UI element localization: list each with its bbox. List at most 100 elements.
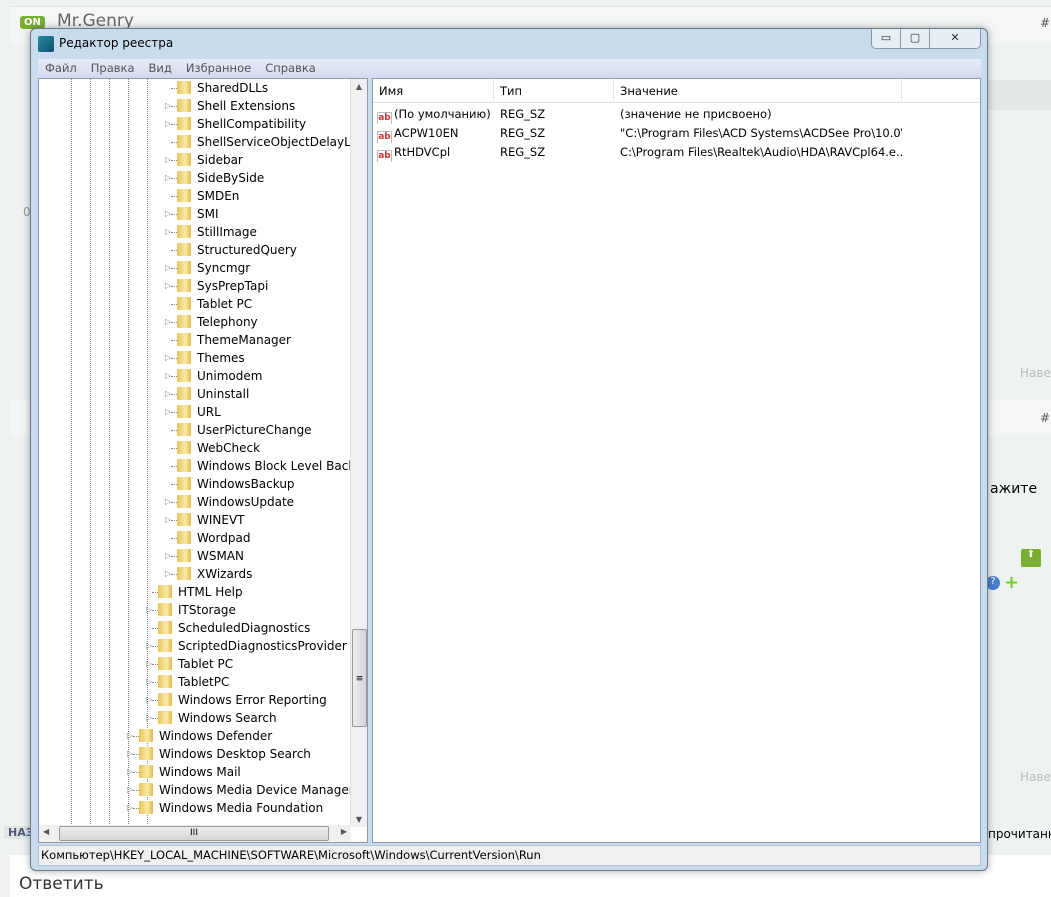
nav-link-2[interactable]: Навер xyxy=(1020,770,1051,784)
tree-item[interactable]: ▷ Windows Media Device Manager xyxy=(39,781,354,799)
tree-item-label: ScriptedDiagnosticsProvider xyxy=(178,639,347,653)
tree-item[interactable]: ▷ Windows Mail xyxy=(39,763,349,781)
tree-item[interactable]: ▷ StillImage xyxy=(39,223,349,241)
string-value-icon: ab xyxy=(377,131,392,143)
maximize-button[interactable]: ▢ xyxy=(901,29,930,48)
tree-horizontal-scrollbar[interactable]: ◀ III ▶ xyxy=(39,825,351,842)
window-title: Редактор реестра xyxy=(59,36,174,50)
column-name[interactable]: Имя xyxy=(373,79,494,102)
menu-help[interactable]: Справка xyxy=(258,59,323,78)
tree-item[interactable]: ▷ Windows Desktop Search xyxy=(39,745,349,763)
tree-item[interactable]: ▷ TabletPC xyxy=(39,673,349,691)
regedit-app-icon xyxy=(38,36,54,52)
nav-link[interactable]: Навер xyxy=(1020,366,1051,380)
tree-item-label: ThemeManager xyxy=(197,333,291,347)
folder-icon xyxy=(177,531,191,544)
tree-item[interactable]: ▷ Windows Media Foundation xyxy=(39,799,349,817)
tree-item-label: Shell Extensions xyxy=(197,99,296,113)
tree-item[interactable]: SMDEn xyxy=(39,187,349,205)
tree-item-label: Tablet PC xyxy=(178,657,234,671)
tree-item[interactable]: ▷ ShellCompatibility xyxy=(39,115,349,133)
tree-item[interactable]: WindowsBackup xyxy=(39,475,349,493)
menu-bar: Файл Правка Вид Избранное Справка xyxy=(38,59,981,78)
value-data: (значение не присвоено) xyxy=(620,107,772,121)
tree-item[interactable]: ▷ Telephony xyxy=(39,313,349,331)
scroll-left-arrow-icon[interactable]: ◀ xyxy=(43,827,49,836)
menu-view[interactable]: Вид xyxy=(142,59,179,78)
string-value-icon: ab xyxy=(377,112,392,124)
folder-icon xyxy=(177,189,191,202)
value-type: REG_SZ xyxy=(500,107,546,121)
folder-icon xyxy=(177,225,191,238)
tree-item[interactable]: Tablet PC xyxy=(39,295,349,313)
value-row[interactable]: ab (По умолчанию) REG_SZ (значение не присв… xyxy=(373,105,980,124)
tree-item[interactable]: ▷ WindowsUpdate xyxy=(39,493,349,511)
tree-item[interactable]: ▷ URL xyxy=(39,403,349,421)
tree-item[interactable]: ▷ Syncmgr xyxy=(39,259,349,277)
tree-item[interactable]: ▷ Uninstall xyxy=(39,385,349,403)
tree-item[interactable]: ThemeManager xyxy=(39,331,349,349)
tree-item[interactable]: Wordpad xyxy=(39,529,349,547)
scroll-up-arrow-icon[interactable]: ▲ xyxy=(351,82,367,91)
value-data: "C:\Program Files\ACD Systems\ACDSee Pro… xyxy=(620,126,902,140)
tree-item[interactable]: ▷ XWizards xyxy=(39,565,349,583)
tree-item-label: XWizards xyxy=(197,567,253,581)
tree-item[interactable]: Windows Block Level Backup xyxy=(39,457,367,475)
tree-item[interactable]: ScheduledDiagnostics xyxy=(39,619,349,637)
menu-file[interactable]: Файл xyxy=(38,59,84,78)
column-type[interactable]: Тип xyxy=(494,79,614,102)
menu-favorites[interactable]: Избранное xyxy=(179,59,258,78)
minimize-button[interactable]: ▭ xyxy=(872,29,901,48)
tree-item-label: Uninstall xyxy=(197,387,250,401)
folder-icon xyxy=(177,567,191,580)
menu-edit[interactable]: Правка xyxy=(84,59,142,78)
tree-item[interactable]: ▷ Shell Extensions xyxy=(39,97,349,115)
tree-item[interactable]: ▷ SMI xyxy=(39,205,349,223)
unread-link[interactable]: прочитанная xyxy=(988,827,1051,841)
tree-vertical-scrollbar[interactable]: ▲ ≡ ▼ xyxy=(350,79,367,827)
tree-item[interactable]: ▷ SysPrepTapi xyxy=(39,277,349,295)
tree-item-label: Syncmgr xyxy=(197,261,251,275)
folder-icon xyxy=(139,783,153,796)
tree-item[interactable]: ▷ Sidebar xyxy=(39,151,349,169)
tree-item[interactable]: ▷ Windows Search xyxy=(39,709,349,727)
hscroll-thumb[interactable]: III xyxy=(59,826,329,841)
tree-item[interactable]: ▷ Windows Error Reporting xyxy=(39,691,349,709)
folder-icon xyxy=(177,441,191,454)
tree-item[interactable]: ▷ Unimodem xyxy=(39,367,349,385)
tree-item[interactable]: ▷ SideBySide xyxy=(39,169,349,187)
tree-item[interactable]: StructuredQuery xyxy=(39,241,349,259)
folder-icon xyxy=(139,747,153,760)
tree-item[interactable]: HTML Help xyxy=(39,583,349,601)
tree-item[interactable]: SharedDLLs xyxy=(39,79,349,97)
tree-item[interactable]: ShellServiceObjectDelayLoad xyxy=(39,133,367,151)
scroll-down-arrow-icon[interactable]: ▼ xyxy=(351,815,367,824)
value-name: (По умолчанию) xyxy=(394,107,491,121)
tree-item-label: Windows Desktop Search xyxy=(159,747,311,761)
tree-item[interactable]: ▷ WINEVT xyxy=(39,511,349,529)
tree-item[interactable]: ▷ Tablet PC xyxy=(39,655,349,673)
folder-icon xyxy=(158,639,172,652)
up-button[interactable]: ⬆ xyxy=(1021,549,1041,567)
post-number[interactable]: #3 xyxy=(1040,16,1051,30)
tree-item-label: URL xyxy=(197,405,221,419)
value-row[interactable]: ab RtHDVCpl REG_SZ C:\Program Files\Realtek… xyxy=(373,143,980,162)
tree-item[interactable]: ▷ Themes xyxy=(39,349,349,367)
tree-item[interactable]: WebCheck xyxy=(39,439,349,457)
value-row[interactable]: ab ACPW10EN REG_SZ "C:\Program Files\ACD Sy… xyxy=(373,124,980,143)
scroll-right-arrow-icon[interactable]: ▶ xyxy=(341,827,347,836)
tree-item[interactable]: ▷ Windows Defender xyxy=(39,727,349,745)
close-button[interactable]: ✕ xyxy=(930,29,980,48)
column-data[interactable]: Значение xyxy=(614,79,902,102)
plus-icon[interactable]: + xyxy=(1004,572,1019,593)
folder-icon xyxy=(177,81,191,94)
tree-item[interactable]: ▷ WSMAN xyxy=(39,547,349,565)
help-icon[interactable]: ? xyxy=(986,576,1000,590)
tree-item[interactable]: ▷ ScriptedDiagnosticsProvider xyxy=(39,637,349,655)
scroll-thumb[interactable]: ≡ xyxy=(352,629,367,727)
tree-item-label: Windows Media Foundation xyxy=(159,801,324,815)
post-number-2[interactable]: #3 xyxy=(1040,411,1051,425)
tree-item[interactable]: ▷ ITStorage xyxy=(39,601,349,619)
tree-item[interactable]: UserPictureChange xyxy=(39,421,349,439)
tree-item-label: SysPrepTapi xyxy=(197,279,269,293)
